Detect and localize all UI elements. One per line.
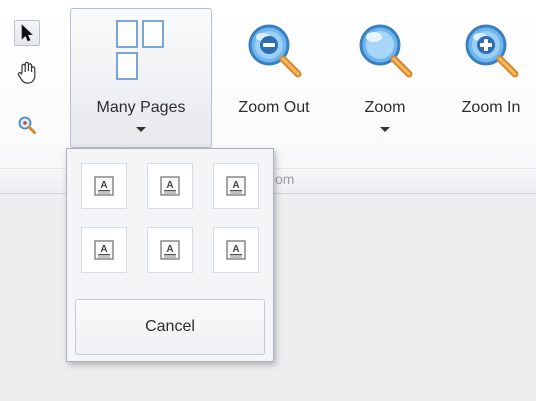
chevron-down-icon — [136, 127, 146, 132]
hand-tool-button[interactable] — [14, 60, 40, 86]
document-page-icon: A — [160, 176, 180, 196]
many-pages-button[interactable]: Many Pages — [70, 8, 212, 148]
many-pages-label: Many Pages — [96, 99, 186, 116]
zoom-in-button[interactable]: Zoom In — [446, 8, 536, 148]
chevron-down-icon — [380, 127, 390, 132]
zoom-out-label: Zoom Out — [238, 99, 310, 116]
zoom-button[interactable]: Zoom — [350, 8, 420, 148]
document-page-icon: A — [94, 240, 114, 260]
layout-1x1-option[interactable]: A — [81, 163, 127, 209]
document-page-icon: A — [226, 240, 246, 260]
layout-1x3-option[interactable]: A — [213, 163, 259, 209]
layout-2x3-option[interactable]: A — [213, 227, 259, 273]
cursor-arrow-icon — [21, 24, 33, 42]
layout-2x2-option[interactable]: A — [147, 227, 193, 273]
svg-text:A: A — [166, 244, 173, 255]
magnifier-small-icon — [18, 116, 36, 134]
svg-text:A: A — [100, 180, 107, 191]
zoom-label: Zoom — [364, 99, 406, 116]
svg-text:A: A — [100, 244, 107, 255]
group-caption-text: om — [275, 171, 295, 187]
document-page-icon: A — [226, 176, 246, 196]
layout-1x2-option[interactable]: A — [147, 163, 193, 209]
many-pages-icon — [115, 19, 167, 86]
pointer-tool-button[interactable] — [14, 20, 40, 46]
hand-pan-icon — [17, 61, 36, 84]
zoom-in-magnifier-icon — [460, 19, 522, 86]
many-pages-popup: A A A A A A Cancel — [66, 148, 274, 362]
svg-text:A: A — [166, 180, 173, 191]
zoom-in-label: Zoom In — [461, 99, 521, 116]
zoom-out-magnifier-icon — [243, 19, 305, 86]
zoom-tool-button[interactable] — [14, 112, 40, 138]
zoom-out-button[interactable]: Zoom Out — [228, 8, 320, 148]
svg-text:A: A — [232, 244, 239, 255]
cancel-button[interactable]: Cancel — [75, 299, 265, 355]
document-page-icon: A — [94, 176, 114, 196]
zoom-magnifier-icon — [354, 19, 416, 86]
svg-text:A: A — [232, 180, 239, 191]
document-page-icon: A — [160, 240, 180, 260]
layout-2x1-option[interactable]: A — [81, 227, 127, 273]
